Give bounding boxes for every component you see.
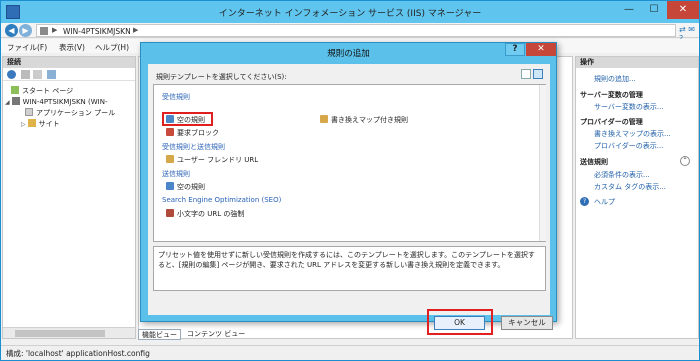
group-outbound-rules: 送信規則 <box>162 170 190 178</box>
scrollbar-thumb[interactable] <box>15 330 105 337</box>
group-inbound-outbound: 受信規則と送信規則 <box>162 143 225 151</box>
tree-label: スタート ページ <box>22 87 74 95</box>
tree-item-start-page[interactable]: スタート ページ <box>11 86 73 96</box>
tab-content-view[interactable]: コンテンツ ビュー <box>184 329 248 340</box>
tree-label: アプリケーション プール <box>36 109 116 117</box>
template-label: ユーザー フレンドリ URL <box>177 156 259 164</box>
group-seo: Search Engine Optimization (SEO) <box>162 196 282 204</box>
template-prompt: 規則テンプレートを選択してください(S): <box>156 73 287 81</box>
section-server-vars: サーバー変数の管理 <box>580 91 643 99</box>
app-pool-icon <box>25 108 33 116</box>
breadcrumb[interactable]: ▶ WIN-4PTSIKMJSKN ▶ <box>36 24 676 37</box>
list-scrollbar[interactable] <box>539 85 546 241</box>
template-blank-rule[interactable]: 空の規則 <box>166 115 205 125</box>
maximize-button[interactable]: ☐ <box>642 1 666 19</box>
dialog-title: 規則の追加 <box>327 49 370 59</box>
template-label: 空の規則 <box>177 183 205 191</box>
connections-toolbar <box>3 68 135 81</box>
tree-label: WIN-4PTSIKMJSKN (WIN- <box>22 98 108 106</box>
action-show-preconditions[interactable]: 必須条件の表示... <box>594 170 650 180</box>
save-icon[interactable] <box>21 70 30 79</box>
start-page-icon <box>11 86 19 94</box>
sites-folder-icon <box>27 119 36 127</box>
action-show-server-vars[interactable]: サーバー変数の表示... <box>594 102 664 112</box>
menu-view[interactable]: 表示(V) <box>59 42 85 53</box>
title-bar: インターネット インフォメーション サービス (IIS) マネージャー — ☐ … <box>1 1 699 23</box>
template-rewrite-map-rule[interactable]: 書き換えマップ付き規則 <box>320 115 408 125</box>
collapse-icon[interactable]: ◢ <box>5 99 10 106</box>
view-mode-icons <box>519 69 543 81</box>
template-label: 空の規則 <box>177 116 205 124</box>
template-friendly-url[interactable]: ユーザー フレンドリ URL <box>166 155 258 165</box>
expand-icon[interactable]: ▷ <box>21 121 26 128</box>
template-description: プリセット値を使用せずに新しい受信規則を作成するには、このテンプレートを選択しま… <box>153 246 546 291</box>
breadcrumb-server[interactable]: WIN-4PTSIKMJSKN <box>63 27 131 36</box>
server-icon <box>11 97 20 105</box>
action-show-providers[interactable]: プロバイダーの表示... <box>594 141 663 151</box>
friendly-url-icon <box>166 155 174 163</box>
template-request-block[interactable]: 要求ブロック <box>166 128 219 138</box>
dialog-close-button[interactable]: ✕ <box>526 43 556 56</box>
help-icon: ? <box>580 197 589 206</box>
action-show-custom-tags[interactable]: カスタム タグの表示... <box>594 182 666 192</box>
connect-icon[interactable] <box>7 70 16 79</box>
forward-icon[interactable]: ▶ <box>19 24 32 37</box>
window-close-button[interactable]: ✕ <box>667 1 699 19</box>
section-providers: プロバイダーの管理 <box>580 118 643 126</box>
horizontal-scrollbar[interactable] <box>3 327 135 338</box>
group-inbound-rules: 受信規則 <box>162 93 190 101</box>
template-list: 受信規則 空の規則 書き換えマップ付き規則 要求ブロック 受信規則と送信規則 ユ… <box>153 84 546 242</box>
network-icon[interactable] <box>47 70 56 79</box>
menu-help[interactable]: ヘルプ(H) <box>95 42 129 53</box>
rewrite-map-icon <box>320 115 328 123</box>
seo-icon <box>166 209 174 217</box>
list-view-icon[interactable] <box>521 69 531 79</box>
tree-item-server[interactable]: ◢ WIN-4PTSIKMJSKN (WIN- <box>5 97 108 106</box>
breadcrumb-separator-icon: ▶ <box>133 26 139 34</box>
connections-title: 接続 <box>3 57 135 68</box>
dialog-help-button[interactable]: ? <box>505 43 525 56</box>
server-icon <box>40 27 48 35</box>
template-blank-outbound[interactable]: 空の規則 <box>166 182 205 192</box>
collapse-icon[interactable]: ⌃ <box>680 156 690 166</box>
template-label: 要求ブロック <box>177 129 219 137</box>
window-title: インターネット インフォメーション サービス (IIS) マネージャー <box>218 9 482 19</box>
tree-label: サイト <box>38 120 60 128</box>
connections-panel: 接続 スタート ページ ◢ WIN-4PTSIKMJSKN (WIN- アプリケー… <box>2 56 136 339</box>
tree-item-app-pools[interactable]: アプリケーション プール <box>25 108 115 118</box>
dialog-body: 規則テンプレートを選択してください(S): 受信規則 空の規則 書き換えマップ付… <box>148 64 553 335</box>
template-label: 小文字の URL の強制 <box>177 210 245 218</box>
menu-file[interactable]: ファイル(F) <box>7 42 47 53</box>
tab-features-view[interactable]: 機能ビュー <box>138 329 181 340</box>
rule-icon <box>166 115 174 123</box>
actions-panel: 操作 規則の追加... サーバー変数の管理 サーバー変数の表示... プロバイダ… <box>575 56 699 339</box>
address-bar: ◀ ▶ ▶ WIN-4PTSIKMJSKN ▶ ⇄ ✉ ? <box>1 23 699 43</box>
minimize-button[interactable]: — <box>617 1 641 19</box>
breadcrumb-separator-icon: ▶ <box>52 26 58 34</box>
ok-button[interactable]: OK <box>434 316 485 330</box>
view-tabs: 機能ビュー コンテンツ ビュー <box>138 329 573 341</box>
actions-title: 操作 <box>576 57 698 68</box>
add-rule-dialog: 規則の追加 ? ✕ 規則テンプレートを選択してください(S): 受信規則 空の規… <box>140 42 557 335</box>
tree-item-sites[interactable]: ▷ サイト <box>21 119 60 129</box>
back-icon[interactable]: ◀ <box>5 24 18 37</box>
action-help[interactable]: ヘルプ <box>594 197 615 207</box>
action-add-rule[interactable]: 規則の追加... <box>594 74 636 84</box>
rule-icon <box>166 182 174 190</box>
status-bar: 構成: 'localhost' applicationHost.config <box>1 345 699 360</box>
template-lowercase-url[interactable]: 小文字の URL の強制 <box>166 209 244 219</box>
template-label: 書き換えマップ付き規則 <box>331 116 408 124</box>
grid-view-icon[interactable] <box>533 69 543 79</box>
action-show-rewrite-maps[interactable]: 書き換えマップの表示... <box>594 129 671 139</box>
block-icon <box>166 128 174 136</box>
cancel-button[interactable]: キャンセル <box>501 316 553 330</box>
go-up-icon[interactable] <box>33 70 42 79</box>
section-outbound-rules: 送信規則 <box>580 158 608 166</box>
